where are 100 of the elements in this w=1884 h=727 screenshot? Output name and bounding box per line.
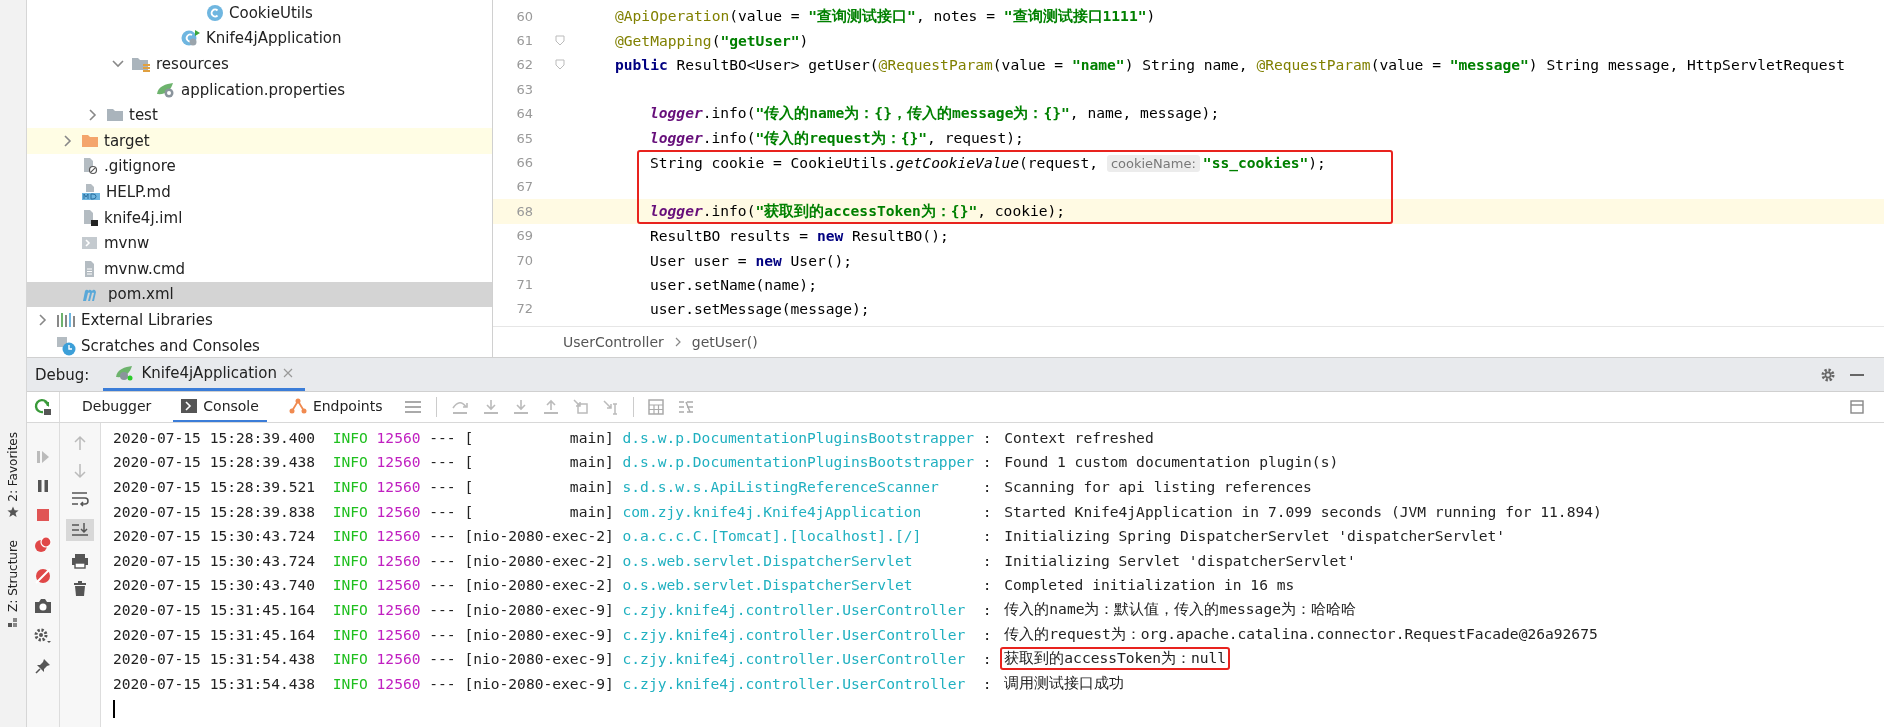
tree-item[interactable]: resources <box>27 51 492 77</box>
leaf-gear-icon <box>156 80 176 99</box>
class-run-icon <box>181 29 201 48</box>
force-step-into-icon[interactable] <box>513 399 530 415</box>
step-out-icon[interactable] <box>543 399 560 415</box>
camera-icon[interactable] <box>34 598 52 614</box>
code-string: "name" <box>1071 56 1125 74</box>
terminal-file-icon <box>81 235 99 252</box>
stop-icon[interactable] <box>35 507 51 523</box>
log-separator: : <box>982 576 993 594</box>
print-icon[interactable] <box>71 553 89 569</box>
code-text: ResultBO<User> getUser( <box>675 56 879 74</box>
run-to-cursor-icon[interactable] <box>603 399 620 415</box>
settings-icon[interactable] <box>1820 366 1836 383</box>
fold-icon[interactable] <box>555 35 565 47</box>
fold-icon[interactable] <box>555 59 565 71</box>
panel-tab[interactable]: Console <box>173 392 267 422</box>
run-config-tab[interactable]: Knife4jApplication <box>103 358 305 391</box>
rerun-icon[interactable] <box>34 398 52 416</box>
chevron-right-icon[interactable] <box>88 109 98 122</box>
line-number: 66 <box>515 155 534 171</box>
tree-item[interactable]: mvnw <box>27 230 492 256</box>
tree-item[interactable]: External Libraries <box>27 307 492 333</box>
pin-icon[interactable] <box>35 658 51 674</box>
log-time: 2020-07-15 15:31:45.164 <box>113 625 317 643</box>
line-number: 68 <box>515 203 534 219</box>
code-text: ResultBO results = <box>650 227 810 245</box>
log-message: Initializing Servlet 'dispatcherServlet' <box>1003 550 1357 571</box>
breadcrumb-item[interactable]: getUser() <box>691 334 758 350</box>
code-text: (value = <box>1370 56 1442 74</box>
mute-breakpoints-icon[interactable] <box>34 567 52 585</box>
resume-icon[interactable] <box>35 449 51 465</box>
log-logger: s.d.s.w.s.ApiListingReferenceScanner <box>622 478 939 495</box>
class-icon <box>206 3 224 22</box>
step-into-icon[interactable] <box>483 399 500 415</box>
line-number: 72 <box>515 301 534 317</box>
log-thread: [nio-2080-exec-9] <box>464 600 615 618</box>
log-pid: 12560 <box>376 674 422 692</box>
log-message: Scanning for api listing references <box>1003 477 1313 497</box>
log-separator: : <box>982 478 993 495</box>
tree-item[interactable]: HELP.md <box>27 179 492 205</box>
tree-item[interactable]: .gitignore <box>27 153 492 180</box>
file-icon <box>81 208 99 227</box>
side-tab[interactable]: Z: Structure <box>6 539 20 628</box>
tree-item[interactable]: Knife4jApplication <box>27 25 492 52</box>
calculator-icon[interactable] <box>648 399 665 415</box>
markdown-file-icon <box>81 182 101 201</box>
line-number: 70 <box>515 252 534 268</box>
side-tab[interactable]: 2: Favorites <box>6 432 20 518</box>
up-arrow-icon[interactable] <box>73 435 87 451</box>
tree-item[interactable]: Scratches and Consoles <box>27 332 492 357</box>
pause-icon[interactable] <box>35 478 51 494</box>
log-pid: 12560 <box>376 453 422 471</box>
text-cursor <box>113 699 115 718</box>
log-separator: --- <box>429 600 457 618</box>
close-icon[interactable] <box>282 368 293 378</box>
code-text: ); <box>1308 154 1326 172</box>
log-pid: 12560 <box>376 650 422 668</box>
panel-tab[interactable]: Debugger <box>74 392 160 422</box>
line-number: 64 <box>515 106 534 122</box>
endpoints-icon <box>288 398 307 414</box>
chevron-right-icon[interactable] <box>63 134 73 147</box>
log-logger: o.s.web.servlet.DispatcherServlet <box>622 551 913 569</box>
code-string: "查询测试接口1111" <box>1003 6 1147 24</box>
code-field: logger <box>650 104 703 122</box>
code-annotation: @RequestParam <box>1256 56 1371 74</box>
log-pid: 12560 <box>376 428 422 446</box>
log-separator: : <box>982 527 993 545</box>
tree-item[interactable]: knife4j.iml <box>27 204 492 231</box>
tree-item[interactable]: test <box>27 102 492 128</box>
trace-icon[interactable] <box>678 399 695 415</box>
tree-item[interactable]: pom.xml <box>27 281 492 308</box>
menu-icon[interactable] <box>404 400 423 414</box>
layout-icon[interactable] <box>1850 400 1864 414</box>
log-level: INFO <box>332 551 369 569</box>
soft-wrap-icon[interactable] <box>71 491 89 507</box>
scroll-to-end-icon[interactable] <box>71 522 89 538</box>
tree-item[interactable]: application.properties <box>27 76 492 103</box>
tree-item[interactable]: target <box>27 127 492 154</box>
log-separator: --- <box>429 576 457 594</box>
tree-item[interactable]: CookieUtils <box>27 0 492 26</box>
breakpoints-icon[interactable] <box>34 536 52 554</box>
down-arrow-icon[interactable] <box>73 463 87 479</box>
code-annotation: @RequestParam <box>878 56 993 74</box>
structure-icon <box>7 615 19 628</box>
trash-icon[interactable] <box>73 581 87 597</box>
chevron-right-icon[interactable] <box>38 313 48 326</box>
log-level: INFO <box>332 453 369 471</box>
log-time: 2020-07-15 15:30:43.724 <box>113 551 317 569</box>
code-text: (request, <box>1019 154 1100 172</box>
step-over-icon[interactable] <box>451 399 470 415</box>
drop-frame-icon[interactable] <box>573 399 590 415</box>
panel-tab[interactable]: Endpoints <box>280 392 391 422</box>
settings-icon[interactable] <box>33 627 53 645</box>
breadcrumb-item[interactable]: UserController <box>563 334 664 350</box>
log-time: 2020-07-15 15:28:39.521 <box>113 478 317 495</box>
code-text: String cookie = CookieUtils. <box>650 154 896 172</box>
chevron-down-icon[interactable] <box>112 59 124 69</box>
log-pid: 12560 <box>376 576 422 594</box>
tree-item[interactable]: mvnw.cmd <box>27 255 492 282</box>
